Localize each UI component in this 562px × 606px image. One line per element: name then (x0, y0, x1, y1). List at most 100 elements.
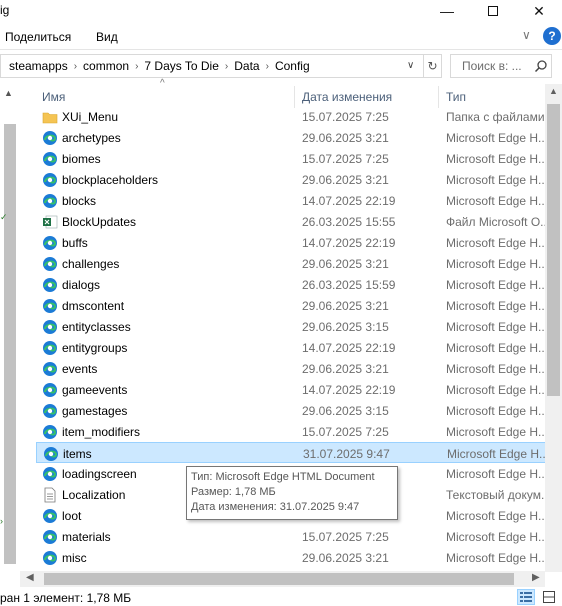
file-row[interactable]: items 31.07.2025 9:47 Microsoft Edge H... (36, 442, 546, 463)
file-icon-box (42, 361, 58, 377)
file-row[interactable]: gameevents 14.07.2025 22:19 Microsoft Edge… (36, 379, 546, 400)
close-button[interactable]: ✕ (516, 0, 562, 22)
edge-icon (43, 530, 57, 544)
file-icon-box (42, 466, 58, 482)
nav-item-icon[interactable]: › (0, 516, 3, 526)
ribbon-collapse-icon[interactable]: ∨ (522, 28, 531, 42)
file-name: items (63, 447, 92, 461)
file-row[interactable]: XUi_Menu 15.07.2025 7:25 Папка с файлами (36, 106, 546, 127)
edge-icon (43, 467, 57, 481)
file-row[interactable]: item_modifiers 15.07.2025 7:25 Microsoft E… (36, 421, 546, 442)
file-icon-box (42, 508, 58, 524)
file-date: 29.06.2025 3:21 (302, 362, 389, 376)
address-bar[interactable]: steamapps › common › 7 Days To Die › Dat… (0, 54, 424, 78)
column-date-modified[interactable]: Дата изменения (302, 90, 392, 104)
folder-icon (42, 112, 58, 124)
file-type: Microsoft Edge H... (446, 425, 546, 439)
address-dropdown-icon[interactable]: ∨ (407, 60, 414, 71)
file-date: 29.06.2025 3:21 (302, 131, 389, 145)
file-name: buffs (62, 236, 88, 250)
breadcrumb-7-days-to-die[interactable]: 7 Days To Die (142, 59, 220, 73)
vertical-scrollbar-thumb[interactable] (547, 104, 560, 396)
file-date: 15.07.2025 7:25 (302, 110, 389, 124)
help-button[interactable]: ? (543, 27, 561, 45)
details-view-icon (520, 592, 532, 602)
scroll-up-icon[interactable]: ▲ (549, 86, 558, 96)
scroll-left-icon[interactable]: ◀ (26, 572, 34, 583)
breadcrumb-data[interactable]: Data (232, 59, 261, 73)
file-icon-box (42, 256, 58, 272)
file-type: Microsoft Edge H... (446, 383, 546, 397)
file-icon-box (42, 151, 58, 167)
file-name: loadingscreen (62, 467, 137, 481)
file-row[interactable]: BlockUpdates 26.03.2025 15:55 Файл Microso… (36, 211, 546, 232)
edge-icon (43, 257, 57, 271)
nav-item-icon[interactable]: ✓ (0, 212, 8, 223)
column-type[interactable]: Тип (446, 90, 466, 104)
vertical-scrollbar[interactable]: ▲ (545, 84, 562, 572)
file-row[interactable]: materials 15.07.2025 7:25 Microsoft Edge H… (36, 526, 546, 547)
file-name: BlockUpdates (62, 215, 137, 229)
column-name[interactable]: Имя (42, 90, 65, 104)
file-type: Microsoft Edge H... (446, 404, 546, 418)
minimize-button[interactable]: — (424, 0, 470, 22)
file-row[interactable]: buffs 14.07.2025 22:19 Microsoft Edge H... (36, 232, 546, 253)
edge-icon (44, 447, 58, 461)
file-row[interactable]: dmscontent 29.06.2025 3:21 Microsoft Edge … (36, 295, 546, 316)
file-name: materials (62, 530, 111, 544)
file-row[interactable]: blocks 14.07.2025 22:19 Microsoft Edge H..… (36, 190, 546, 211)
file-date: 15.07.2025 7:25 (302, 152, 389, 166)
file-row[interactable]: archetypes 29.06.2025 3:21 Microsoft Edge … (36, 127, 546, 148)
status-bar: ран 1 элемент: 1,78 МБ (0, 588, 562, 606)
search-input[interactable]: Поиск в: ... (450, 54, 552, 78)
breadcrumb-separator-icon[interactable]: › (70, 61, 81, 72)
file-row[interactable]: blockplaceholders 29.06.2025 3:21 Microsof… (36, 169, 546, 190)
tab-share[interactable]: Поделиться (5, 30, 71, 44)
file-type: Microsoft Edge H... (446, 236, 546, 250)
nav-scroll-up-icon[interactable]: ▲ (4, 88, 13, 98)
breadcrumb-separator-icon[interactable]: › (131, 61, 142, 72)
file-type: Microsoft Edge H... (446, 131, 546, 145)
file-row[interactable]: gamestages 29.06.2025 3:15 Microsoft Edge … (36, 400, 546, 421)
file-row[interactable]: events 29.06.2025 3:21 Microsoft Edge H... (36, 358, 546, 379)
file-icon-box (42, 172, 58, 188)
details-view-button[interactable] (517, 589, 535, 605)
file-icon-box (42, 550, 58, 566)
file-row[interactable]: entityclasses 29.06.2025 3:15 Microsoft Ed… (36, 316, 546, 337)
tooltip-type: Тип: Microsoft Edge HTML Document (191, 471, 375, 483)
breadcrumb-common[interactable]: common (81, 59, 131, 73)
close-icon: ✕ (533, 2, 545, 19)
search-icon[interactable] (534, 59, 548, 73)
file-type: Файл Microsoft O... (446, 215, 546, 229)
navigation-pane[interactable]: ▲ ✓ › (0, 84, 20, 572)
breadcrumb-config[interactable]: Config (273, 59, 312, 73)
file-name: archetypes (62, 131, 121, 145)
scroll-right-icon[interactable]: ▶ (532, 572, 540, 583)
tab-view[interactable]: Вид (96, 30, 118, 44)
file-icon-box (42, 340, 58, 356)
breadcrumb-separator-icon[interactable]: › (262, 61, 273, 72)
file-name: XUi_Menu (62, 110, 119, 124)
file-row[interactable]: entitygroups 14.07.2025 22:19 Microsoft Ed… (36, 337, 546, 358)
large-icons-view-button[interactable] (540, 589, 558, 605)
file-row[interactable]: misc 29.06.2025 3:21 Microsoft Edge H... (36, 547, 546, 568)
nav-scrollbar-thumb[interactable] (4, 124, 16, 564)
file-row[interactable]: challenges 29.06.2025 3:21 Microsoft Edge … (36, 253, 546, 274)
horizontal-scrollbar[interactable]: ◀ ▶ (20, 571, 545, 587)
breadcrumb-separator-icon[interactable]: › (221, 61, 232, 72)
horizontal-scrollbar-thumb[interactable] (44, 573, 514, 585)
maximize-button[interactable] (470, 0, 516, 22)
file-row[interactable]: biomes 15.07.2025 7:25 Microsoft Edge H... (36, 148, 546, 169)
column-divider[interactable] (438, 86, 439, 108)
file-type: Microsoft Edge H... (446, 320, 546, 334)
file-type: Microsoft Edge H... (446, 173, 546, 187)
breadcrumb-steamapps[interactable]: steamapps (1, 59, 70, 73)
edge-icon (43, 320, 57, 334)
column-divider[interactable] (294, 86, 295, 108)
refresh-button[interactable]: ↻ (424, 54, 442, 78)
edge-icon (43, 341, 57, 355)
file-row[interactable]: dialogs 26.03.2025 15:59 Microsoft Edge H.… (36, 274, 546, 295)
file-name: entityclasses (62, 320, 131, 334)
file-name: gameevents (62, 383, 128, 397)
file-date: 29.06.2025 3:21 (302, 173, 389, 187)
